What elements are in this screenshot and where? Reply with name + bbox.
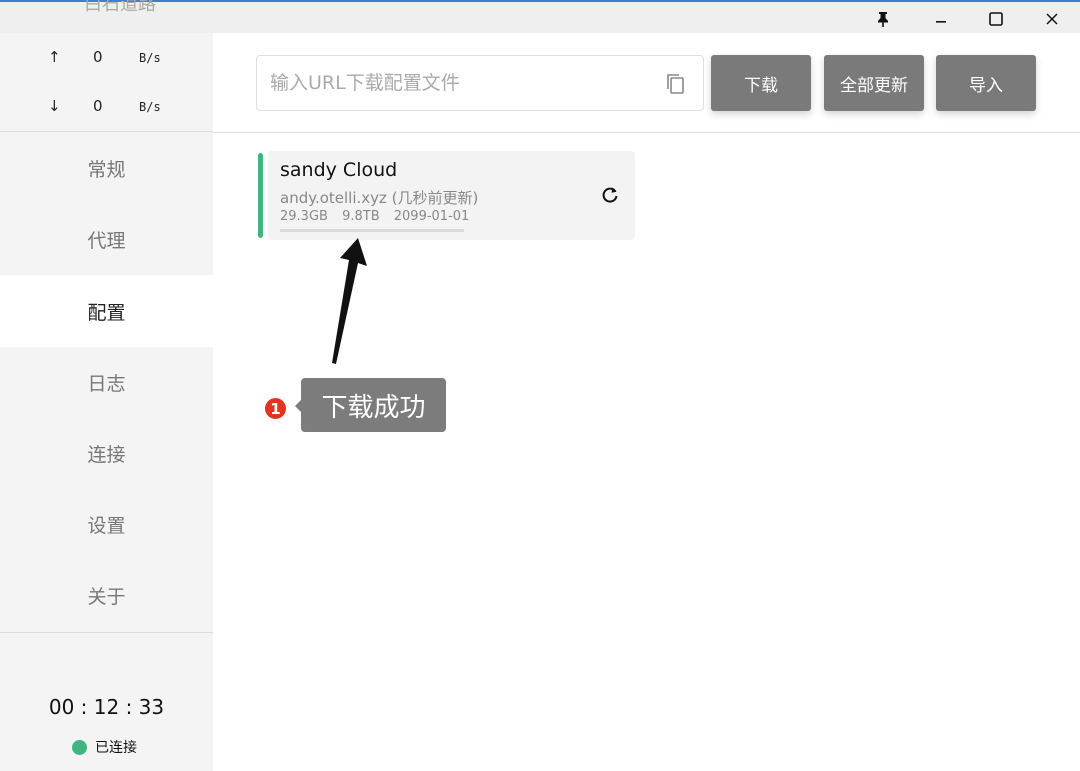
step-badge: 1 xyxy=(263,396,288,421)
annotation-callout: 下载成功 xyxy=(301,378,446,432)
annotation-arrow xyxy=(332,238,367,364)
